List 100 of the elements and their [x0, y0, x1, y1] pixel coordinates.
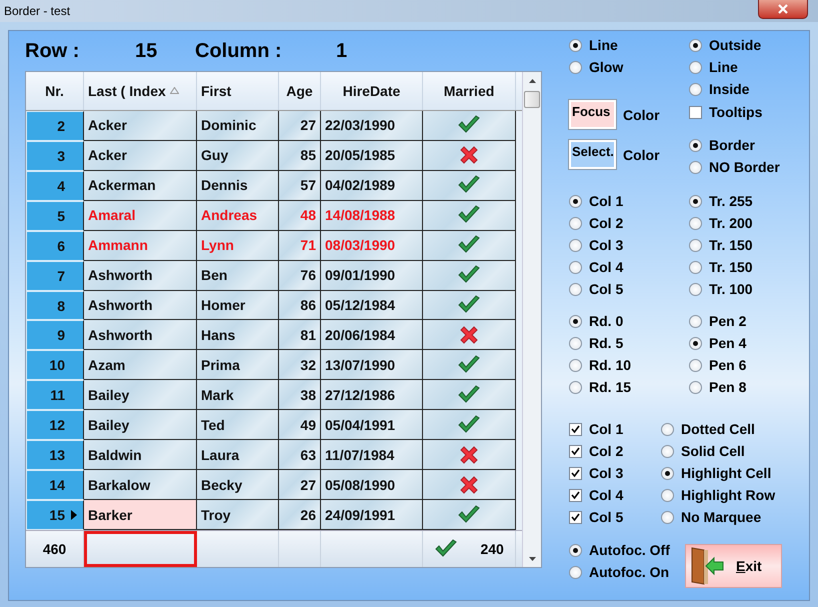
row-number[interactable]: 15: [26, 500, 84, 530]
focus-color-button[interactable]: Focus: [569, 100, 616, 129]
footer-total: 240: [480, 541, 504, 558]
table-cell: Hans: [197, 320, 279, 350]
radio-button[interactable]: Tr. 200: [689, 212, 753, 234]
table-cell: Ashworth: [84, 290, 197, 320]
column-header[interactable]: Age: [279, 72, 321, 110]
table-cell: Ammann: [84, 230, 197, 261]
radio-button[interactable]: Outside: [689, 34, 780, 56]
radio-button[interactable]: Rd. 0: [569, 310, 689, 332]
table-cell: 09/01/1990: [321, 260, 423, 291]
table-cell: Prima: [197, 350, 279, 380]
radio-button[interactable]: Col 1: [569, 190, 689, 212]
row-number[interactable]: 10: [26, 350, 84, 380]
radio-button[interactable]: Highlight Cell: [661, 462, 776, 484]
checkbox[interactable]: Col 2: [569, 440, 661, 462]
checkbox[interactable]: Tooltips: [689, 101, 780, 123]
radio-button[interactable]: Rd. 15: [569, 376, 689, 398]
radio-button[interactable]: Col 4: [569, 256, 689, 278]
row-number[interactable]: 11: [26, 380, 84, 410]
check-icon: [571, 468, 580, 478]
check-icon: [571, 424, 580, 434]
radio-button[interactable]: Pen 4: [689, 332, 746, 354]
checkbox[interactable]: Col 1: [569, 418, 661, 440]
radio-button[interactable]: Pen 6: [689, 354, 746, 376]
radio-button[interactable]: Autofoc. Off: [569, 539, 685, 561]
table-cell: 20/06/1984: [321, 320, 423, 350]
table-cell: 22/03/1990: [321, 110, 423, 141]
radio-button[interactable]: Border: [689, 134, 780, 156]
table-cell: Troy: [197, 500, 279, 530]
scroll-thumb[interactable]: [524, 91, 540, 108]
row-number[interactable]: 6: [26, 230, 84, 261]
column-header[interactable]: Married: [423, 72, 516, 110]
table-cell: Guy: [197, 140, 279, 171]
radio-button[interactable]: Tr. 100: [689, 278, 753, 300]
row-label: Row :: [25, 40, 80, 62]
radio-button[interactable]: Dotted Cell: [661, 418, 776, 440]
table-cell: 85: [279, 140, 321, 171]
radio-button[interactable]: Col 5: [569, 278, 689, 300]
radio-button[interactable]: Col 2: [569, 212, 689, 234]
table-cell: Amaral: [84, 200, 197, 231]
table-cell: Dominic: [197, 110, 279, 141]
radio-button[interactable]: Autofoc. On: [569, 561, 685, 583]
radio-button[interactable]: Line: [689, 56, 780, 78]
table-cell: 24/09/1991: [321, 500, 423, 530]
table-cell: Ashworth: [84, 260, 197, 291]
checkbox[interactable]: Col 5: [569, 506, 661, 528]
checkbox[interactable]: Col 3: [569, 462, 661, 484]
radio-button[interactable]: Inside: [689, 78, 780, 100]
table-cell: Ashworth: [84, 320, 197, 350]
radio-button[interactable]: Tr. 150: [689, 234, 753, 256]
row-number[interactable]: 4: [26, 170, 84, 201]
radio-button[interactable]: Line: [569, 34, 689, 56]
radio-button[interactable]: Glow: [569, 56, 689, 78]
vertical-scrollbar[interactable]: [522, 72, 541, 567]
row-number[interactable]: 14: [26, 470, 84, 500]
column-header[interactable]: HireDate: [321, 72, 423, 110]
table-cell: 57: [279, 170, 321, 201]
up-arrow-icon: [528, 78, 536, 82]
table-cell: 05/04/1991: [321, 410, 423, 440]
select-color-button[interactable]: Select.: [569, 140, 616, 169]
checkmark-icon: [434, 539, 458, 560]
radio-button[interactable]: No Marquee: [661, 506, 776, 528]
check-icon: [571, 446, 580, 456]
column-header[interactable]: Last ( Index: [84, 72, 197, 110]
table-cell: 20/05/1985: [321, 140, 423, 171]
table-cell: 08/03/1990: [321, 230, 423, 261]
radio-button[interactable]: Tr. 255: [689, 190, 753, 212]
table-cell: 49: [279, 410, 321, 440]
table-cell: Ackerman: [84, 170, 197, 201]
row-number[interactable]: 13: [26, 440, 84, 470]
row-number[interactable]: 3: [26, 140, 84, 171]
down-arrow-icon: [528, 556, 536, 560]
radio-button[interactable]: NO Border: [689, 156, 780, 178]
row-number[interactable]: 8: [26, 290, 84, 320]
table-cell: Baldwin: [84, 440, 197, 470]
radio-button[interactable]: Solid Cell: [661, 440, 776, 462]
check-icon: [571, 512, 580, 522]
radio-button[interactable]: Rd. 5: [569, 332, 689, 354]
row-number[interactable]: 9: [26, 320, 84, 350]
row-number[interactable]: 7: [26, 260, 84, 291]
table-cell: 04/02/1989: [321, 170, 423, 201]
exit-button[interactable]: Exit: [685, 544, 782, 588]
radio-button[interactable]: Col 3: [569, 234, 689, 256]
color-label: Color: [623, 106, 660, 122]
radio-button[interactable]: Pen 8: [689, 376, 746, 398]
table-cell: Ben: [197, 260, 279, 291]
row-number[interactable]: 5: [26, 200, 84, 231]
radio-button[interactable]: Pen 2: [689, 310, 746, 332]
row-number[interactable]: 12: [26, 410, 84, 440]
table-cell: 86: [279, 290, 321, 320]
radio-button[interactable]: Rd. 10: [569, 354, 689, 376]
close-button[interactable]: [758, 0, 808, 19]
radio-button[interactable]: Highlight Row: [661, 484, 776, 506]
table-cell: 71: [279, 230, 321, 261]
checkbox[interactable]: Col 4: [569, 484, 661, 506]
column-header[interactable]: Nr.: [26, 72, 84, 110]
radio-button[interactable]: Tr. 150: [689, 256, 753, 278]
row-number[interactable]: 2: [26, 110, 84, 141]
column-header[interactable]: First: [197, 72, 279, 110]
